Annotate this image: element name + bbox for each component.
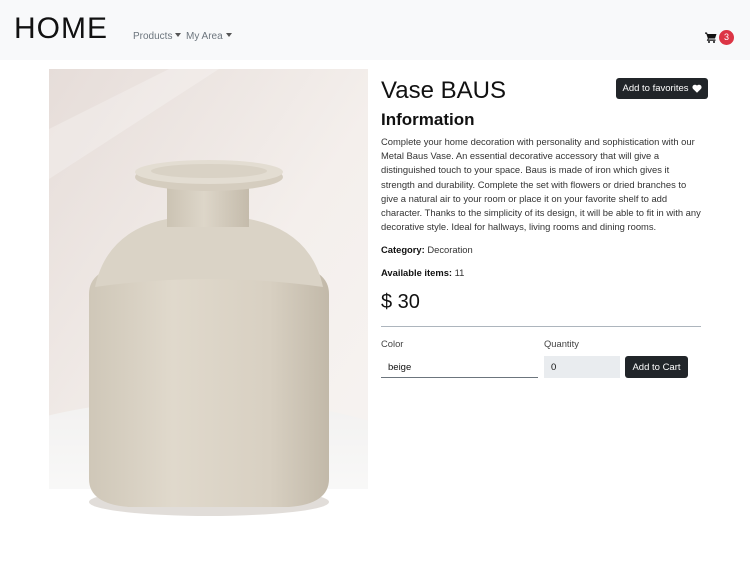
- product-price: $ 30: [381, 291, 420, 313]
- products-dropdown[interactable]: Products: [133, 31, 182, 42]
- caret-down-icon: [175, 33, 182, 37]
- category-value: Decoration: [427, 244, 473, 255]
- available-items-value: 11: [454, 267, 465, 278]
- product-title: Vase BAUS: [381, 77, 506, 104]
- products-dropdown-label: Products: [133, 31, 173, 42]
- my-area-dropdown-label: My Area: [186, 31, 223, 42]
- shopping-cart-icon: [705, 32, 717, 43]
- available-items-line: Available items: 11: [381, 267, 464, 278]
- add-to-cart-button[interactable]: Add to Cart: [625, 356, 688, 378]
- product-description: Complete your home decoration with perso…: [381, 136, 701, 233]
- available-items-label: Available items:: [381, 267, 453, 278]
- divider: [381, 326, 701, 327]
- product-image: [49, 69, 368, 549]
- navbar: HOME Products My Area 3: [0, 0, 750, 60]
- add-to-favorites-button[interactable]: Add to favorites: [616, 78, 708, 99]
- add-to-favorites-label: Add to favorites: [622, 83, 689, 94]
- brand-home-link[interactable]: HOME: [14, 12, 108, 46]
- quantity-label: Quantity: [544, 338, 579, 349]
- color-input[interactable]: [381, 357, 538, 378]
- category-label: Category:: [381, 244, 425, 255]
- caret-down-icon: [225, 33, 232, 37]
- heart-icon: [691, 84, 702, 93]
- quantity-input[interactable]: [544, 356, 620, 378]
- color-label: Color: [381, 338, 404, 349]
- category-line: Category: Decoration: [381, 244, 473, 255]
- cart-count-badge: 3: [719, 29, 734, 45]
- my-area-dropdown[interactable]: My Area: [186, 31, 232, 42]
- cart-button[interactable]: 3: [705, 29, 734, 45]
- information-heading: Information: [381, 110, 475, 129]
